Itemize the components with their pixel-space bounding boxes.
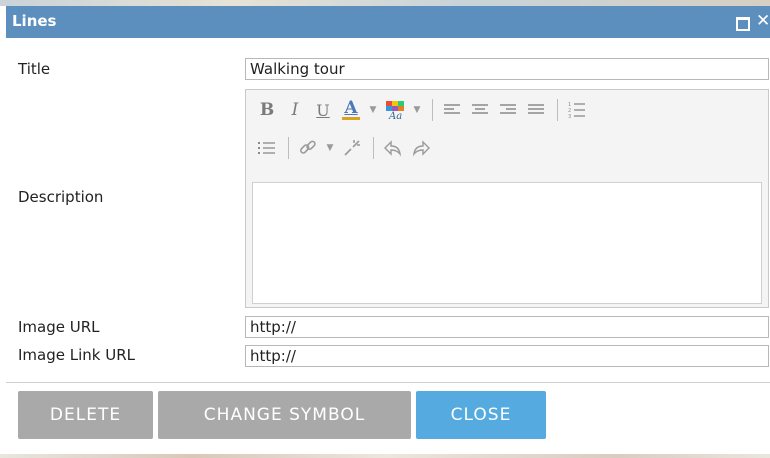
image-url-label: Image URL	[18, 318, 100, 336]
description-editor: B I U A ▼ Aa ▼ 1 2 3 ▼	[245, 89, 769, 308]
image-link-url-input[interactable]	[245, 345, 769, 367]
image-link-url-label: Image Link URL	[18, 346, 135, 364]
font-color-button[interactable]: A	[338, 97, 364, 123]
close-button[interactable]: CLOSE	[416, 391, 546, 439]
align-left-button[interactable]	[439, 97, 465, 123]
align-right-icon	[500, 104, 516, 114]
chevron-down-icon[interactable]: ▼	[323, 135, 337, 161]
redo-icon	[412, 140, 430, 157]
change-symbol-button[interactable]: CHANGE SYMBOL	[158, 391, 411, 439]
align-right-button[interactable]	[495, 97, 521, 123]
align-justify-icon	[528, 104, 544, 114]
delete-button[interactable]: DELETE	[18, 391, 153, 439]
toolbar-separator	[557, 99, 558, 121]
unordered-list-button[interactable]	[254, 135, 280, 161]
toolbar-separator	[432, 99, 433, 121]
link-icon	[299, 140, 316, 154]
highlight-color-icon: Aa	[386, 101, 404, 120]
toolbar-separator	[288, 137, 289, 159]
undo-icon	[384, 140, 402, 157]
maximize-icon[interactable]	[736, 17, 750, 31]
description-label: Description	[18, 188, 104, 206]
align-left-icon	[444, 104, 460, 114]
svg-text:3: 3	[568, 114, 571, 119]
align-center-button[interactable]	[467, 97, 493, 123]
align-center-icon	[472, 104, 488, 114]
toolbar-separator	[373, 137, 374, 159]
unlink-button[interactable]	[339, 135, 365, 161]
font-color-swatch	[342, 117, 360, 120]
editor-toolbar-row-1: B I U A ▼ Aa ▼ 1 2 3	[254, 95, 592, 125]
map-background-bottom	[0, 454, 770, 458]
svg-text:Aa: Aa	[388, 111, 402, 120]
image-url-input[interactable]	[245, 316, 769, 338]
editor-toolbar-row-2: ▼	[254, 133, 436, 163]
title-label: Title	[18, 60, 51, 78]
chevron-down-icon[interactable]: ▼	[410, 97, 424, 123]
unordered-list-icon	[258, 142, 275, 154]
link-button[interactable]	[295, 135, 321, 161]
footer-divider	[6, 382, 770, 383]
ordered-list-button[interactable]: 123	[564, 97, 590, 123]
italic-button[interactable]: I	[282, 97, 308, 123]
dialog-title: Lines	[12, 12, 57, 30]
chevron-down-icon[interactable]: ▼	[366, 97, 380, 123]
ordered-list-icon: 123	[568, 102, 585, 119]
align-justify-button[interactable]	[523, 97, 549, 123]
close-icon[interactable]: ✕	[756, 11, 770, 31]
title-input[interactable]	[245, 58, 769, 80]
dialog-titlebar[interactable]: Lines ✕	[6, 6, 770, 38]
bold-button[interactable]: B	[254, 97, 280, 123]
redo-button[interactable]	[408, 135, 434, 161]
font-color-icon: A	[344, 98, 358, 118]
description-textarea[interactable]	[252, 182, 762, 304]
lines-dialog: Lines ✕ Title B I U A ▼ Aa ▼	[6, 6, 770, 454]
highlight-color-button[interactable]: Aa	[382, 97, 408, 123]
underline-button[interactable]: U	[310, 97, 336, 123]
undo-button[interactable]	[380, 135, 406, 161]
unlink-icon	[344, 140, 360, 156]
